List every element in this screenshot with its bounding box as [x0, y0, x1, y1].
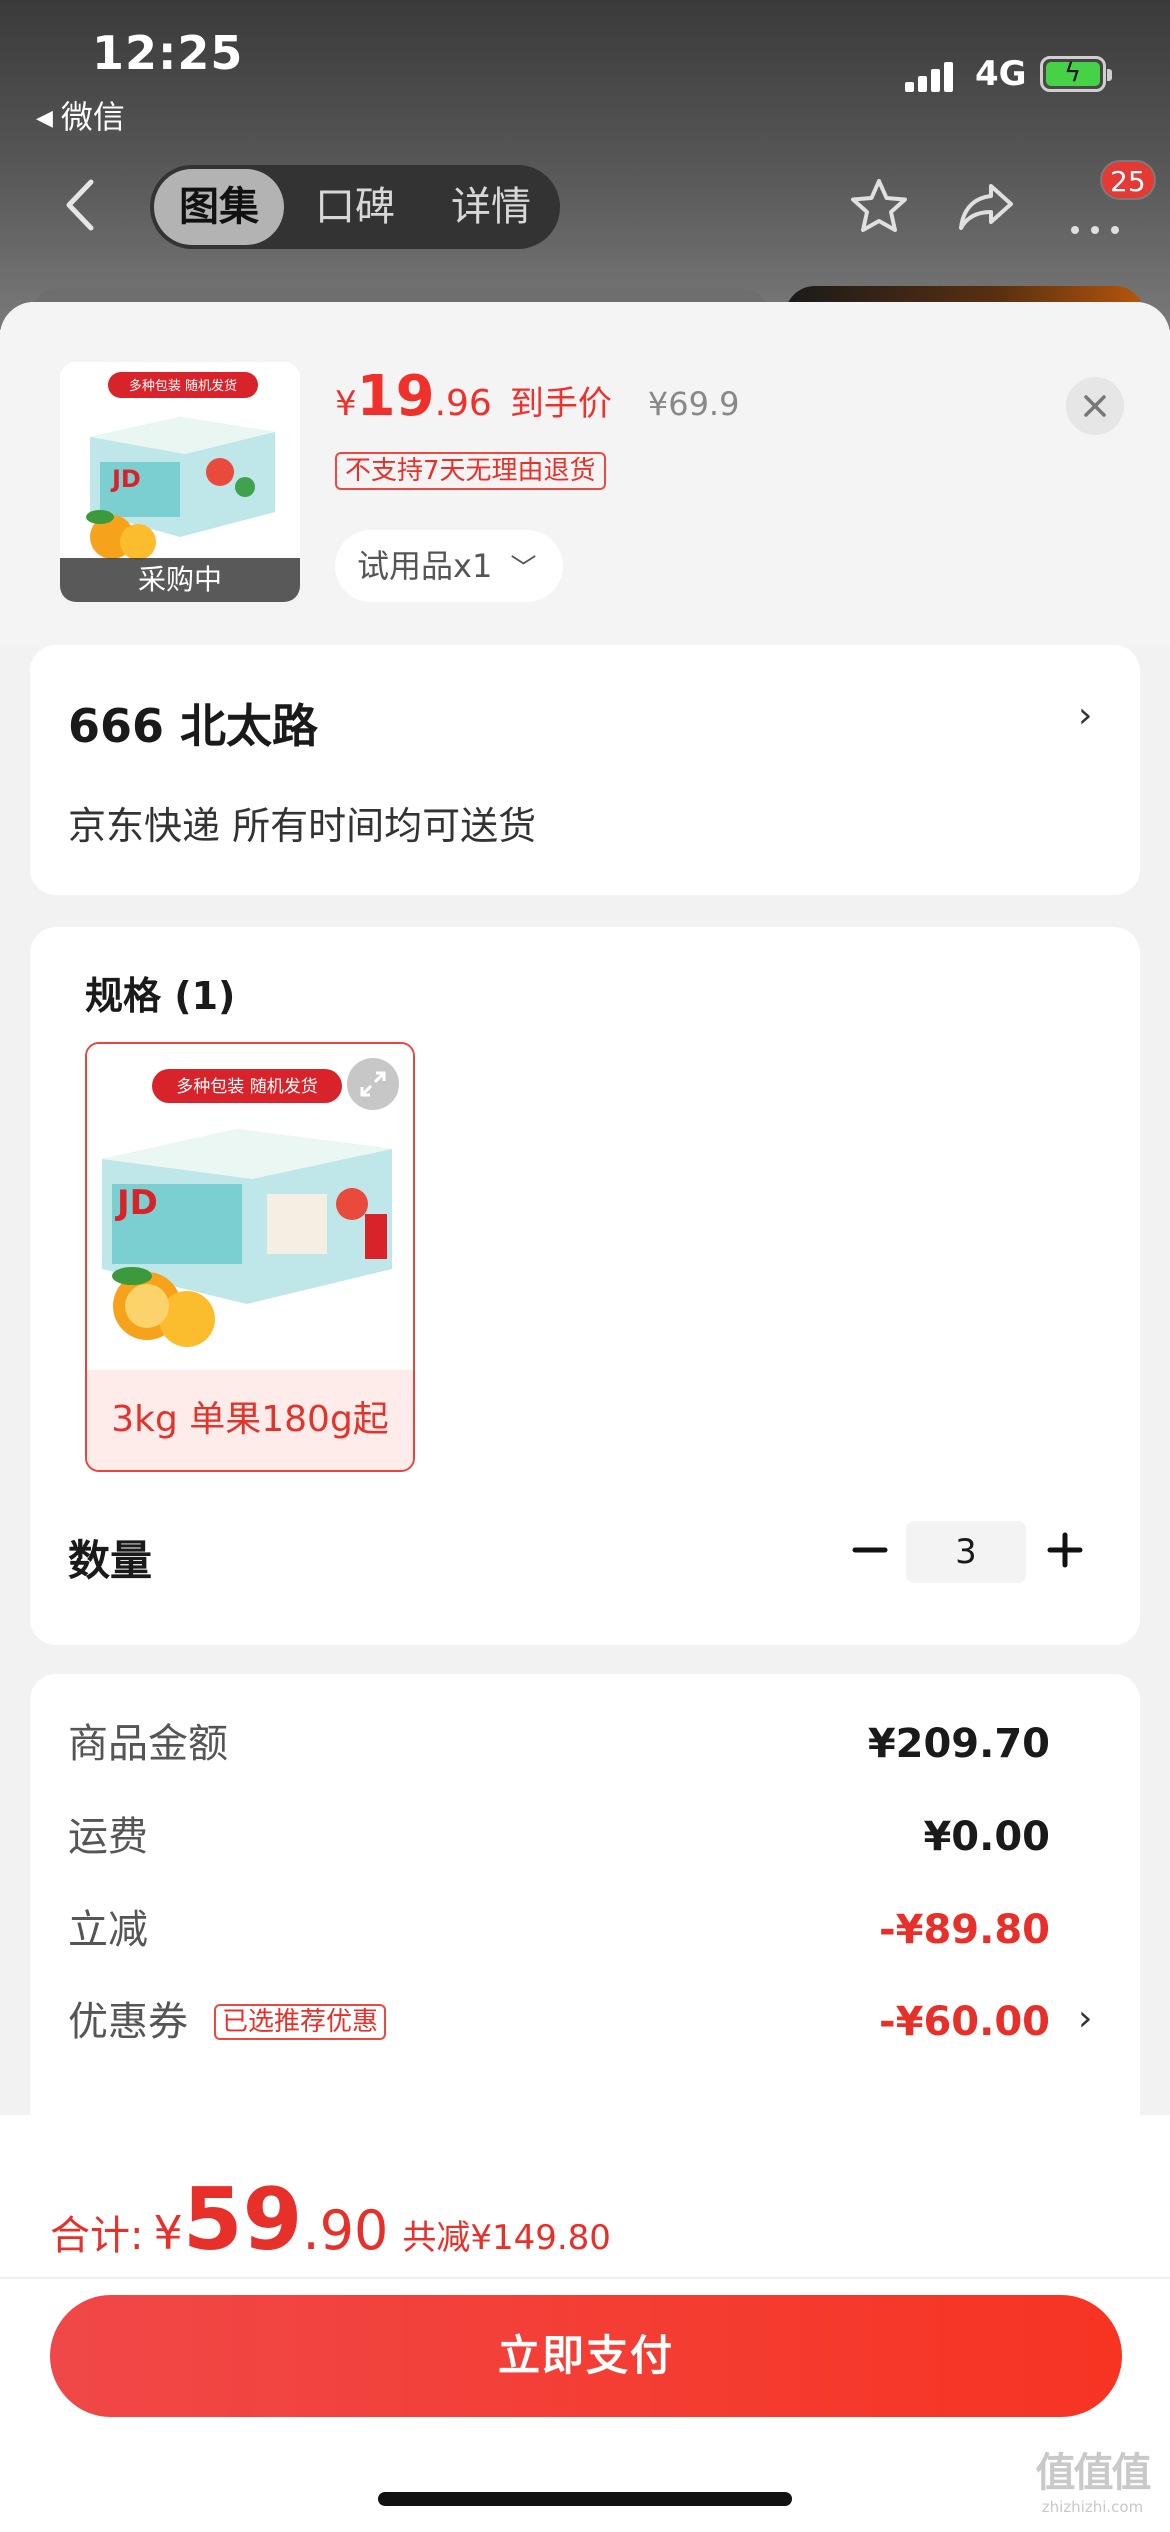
price-integer: 19: [356, 364, 435, 429]
pay-now-button[interactable]: 立即支付: [50, 2295, 1122, 2417]
checkout-footer: 合计: ¥59.90 共减¥149.80 立即支付 值值值 zhizhizhi.co…: [0, 2115, 1170, 2532]
minus-icon[interactable]: [845, 1525, 895, 1575]
fee-label: 优惠券: [68, 1999, 188, 2045]
variant-selector[interactable]: 试用品x1 ﹀: [335, 530, 563, 602]
signal-icon: [905, 60, 955, 92]
total-label: 合计:: [50, 2213, 144, 2259]
original-price: ¥69.9: [647, 385, 740, 423]
fee-row-shipping: 运费 ¥0.00: [68, 1807, 1050, 1867]
notification-badge: 25: [1100, 160, 1156, 200]
total-currency: ¥: [153, 2206, 183, 2260]
fee-label: 运费: [68, 1814, 148, 1860]
spec-banner-text: 多种包装 随机发货: [176, 1077, 317, 1097]
return-policy-tag: 不支持7天无理由退货: [335, 452, 606, 490]
status-time: 12:25: [92, 26, 244, 80]
back-arrow-icon[interactable]: [55, 170, 105, 240]
address-card[interactable]: 666 北太路 › 京东快递 所有时间均可送货: [30, 645, 1140, 895]
fee-row-discount: 立减 -¥89.80: [68, 1900, 1050, 1960]
plus-icon[interactable]: [1040, 1525, 1090, 1575]
watermark-domain: zhizhizhi.com: [1041, 2498, 1144, 2516]
star-icon[interactable]: [848, 176, 910, 238]
watermark-glyphs: 值值值: [1035, 2450, 1152, 2496]
close-icon[interactable]: [1066, 377, 1124, 435]
back-triangle-icon: ◀: [36, 106, 53, 131]
expand-icon[interactable]: [347, 1058, 399, 1110]
fee-value: ¥209.70: [867, 1721, 1050, 1767]
svg-text:JD: JD: [115, 1183, 158, 1223]
total-decimal: .90: [302, 2199, 389, 2262]
quantity-input[interactable]: 3: [906, 1521, 1026, 1583]
purchase-sheet: 多种包装 随机发货 JD 采购中 ¥19.96 到手价 ¥69.9 不支持7天无理由…: [0, 302, 1170, 2532]
price-row: ¥19.96 到手价 ¥69.9: [335, 364, 739, 434]
total-row: 合计: ¥59.90 共减¥149.80: [50, 2170, 611, 2270]
fee-value: -¥89.80: [879, 1907, 1050, 1953]
status-bar: 12:25 ◀ 微信 4G ϟ: [0, 0, 1170, 136]
fee-value: ¥0.00: [923, 1814, 1050, 1860]
price-currency: ¥: [335, 384, 357, 424]
tab-details[interactable]: 详情: [426, 169, 556, 245]
fee-label: 商品金额: [68, 1721, 228, 1767]
product-thumbnail[interactable]: 多种包装 随机发货 JD 采购中: [60, 362, 300, 602]
fee-row-goods: 商品金额 ¥209.70: [68, 1714, 1050, 1774]
coupon-tag: 已选推荐优惠: [214, 2004, 387, 2040]
page-header-background: 12:25 ◀ 微信 4G ϟ 图集 口碑 详情 25: [0, 0, 1170, 348]
fee-row-coupon[interactable]: 优惠券 已选推荐优惠 -¥60.00: [68, 1992, 1050, 2052]
chevron-right-icon[interactable]: ›: [1078, 1998, 1092, 2039]
share-icon[interactable]: [955, 176, 1017, 238]
tab-switcher: 图集 口碑 详情: [150, 165, 560, 249]
procurement-status: 采购中: [60, 558, 300, 602]
address-title: 666 北太路: [68, 699, 319, 753]
nav-bar: 图集 口碑 详情 25: [0, 150, 1170, 260]
back-app-label: 微信: [60, 98, 125, 136]
total-savings: 共减¥149.80: [402, 2218, 611, 2258]
fee-label: 立减: [68, 1907, 148, 1953]
quantity-label: 数量: [68, 1536, 153, 1585]
network-type: 4G: [975, 54, 1027, 94]
svg-text:JD: JD: [110, 465, 141, 493]
variant-label: 试用品x1: [357, 547, 493, 585]
tab-reviews[interactable]: 口碑: [290, 169, 420, 245]
chevron-right-icon: ›: [1078, 695, 1093, 736]
spec-title: 规格 (1): [85, 974, 236, 1018]
fee-value: -¥60.00: [879, 1999, 1050, 2045]
divider: [0, 2277, 1170, 2279]
spec-card: 规格 (1) 多种包装 随机发货 JD 3kg 单果180g起 数量 3: [30, 927, 1140, 1645]
price-decimal: .96: [434, 383, 492, 424]
back-to-app-link[interactable]: ◀ 微信: [36, 92, 125, 138]
product-summary: 多种包装 随机发货 JD 采购中 ¥19.96 到手价 ¥69.9 不支持7天无理由…: [0, 302, 1170, 647]
price-tag: 到手价: [509, 384, 612, 424]
watermark: 值值值 zhizhizhi.com: [1020, 2440, 1165, 2516]
home-indicator[interactable]: [378, 2492, 792, 2506]
thumb-banner-text: 多种包装 随机发货: [129, 378, 237, 394]
total-integer: 59: [182, 2170, 303, 2270]
delivery-info: 京东快递 所有时间均可送货: [68, 804, 537, 848]
chevron-down-icon: ﹀: [510, 554, 537, 584]
battery-icon: ϟ: [1040, 56, 1112, 92]
spec-option-label: 3kg 单果180g起: [87, 1370, 413, 1470]
tab-gallery[interactable]: 图集: [154, 169, 284, 245]
spec-option[interactable]: 多种包装 随机发货 JD 3kg 单果180g起: [85, 1042, 415, 1472]
